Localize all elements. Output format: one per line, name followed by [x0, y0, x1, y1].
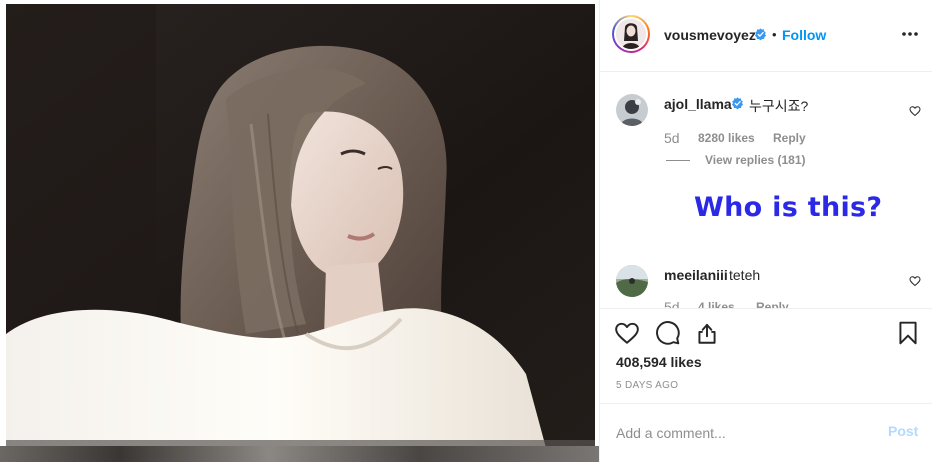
post-likes-count[interactable]: 408,594 likes: [616, 354, 702, 370]
post-photo-image: [6, 4, 595, 448]
add-comment-input[interactable]: [614, 420, 873, 446]
comment-likes[interactable]: 4 likes: [698, 300, 735, 308]
comments-list[interactable]: ajol_llama 누구시죠? 5d 8280 likes Reply Vie…: [600, 72, 932, 308]
follow-button[interactable]: Follow: [782, 27, 826, 43]
comment-avatar[interactable]: [616, 94, 648, 126]
share-icon[interactable]: [694, 320, 720, 346]
comment-text: 누구시죠?: [749, 98, 809, 114]
comment-like-heart-icon[interactable]: [909, 105, 921, 117]
comment-username[interactable]: ajol_llama: [664, 96, 732, 112]
comment-reply-button[interactable]: Reply: [756, 300, 789, 308]
view-replies-button[interactable]: View replies (181): [705, 153, 806, 167]
comment-reply-button[interactable]: Reply: [773, 131, 806, 145]
verified-badge-icon: [731, 97, 744, 110]
verified-badge-icon: [754, 28, 767, 41]
post-timestamp[interactable]: 5 DAYS AGO: [616, 380, 678, 391]
post-actions: 408,594 likes 5 DAYS AGO: [600, 308, 932, 403]
post-photo-pane: [0, 0, 599, 462]
author-username[interactable]: vousmevoyez: [664, 27, 756, 43]
overlay-annotation: Who is this?: [694, 192, 883, 223]
comment-age: 5d: [664, 299, 680, 308]
photo-bottom-strip: [0, 446, 599, 462]
post-header: vousmevoyez • Follow: [600, 0, 932, 72]
comment-age: 5d: [664, 130, 680, 146]
more-options-icon[interactable]: [900, 24, 920, 44]
comment-likes[interactable]: 8280 likes: [698, 131, 755, 145]
comment-username[interactable]: meeilaniii: [664, 267, 728, 283]
author-avatar[interactable]: [612, 15, 650, 53]
add-comment-bar: Post: [600, 403, 932, 463]
post-photo[interactable]: [6, 4, 595, 448]
bookmark-icon[interactable]: [895, 320, 921, 346]
comment-text: teteh: [729, 267, 761, 283]
post-side-panel: vousmevoyez • Follow ajol_llama 누구시죠? 5d…: [599, 0, 932, 462]
comment-like-heart-icon[interactable]: [909, 275, 921, 287]
header-dot-separator: •: [772, 27, 777, 42]
replies-divider: [666, 160, 690, 161]
comment-icon[interactable]: [655, 320, 681, 346]
post-comment-button[interactable]: Post: [888, 423, 918, 439]
comment-avatar[interactable]: [616, 265, 648, 297]
heart-icon[interactable]: [614, 320, 640, 346]
